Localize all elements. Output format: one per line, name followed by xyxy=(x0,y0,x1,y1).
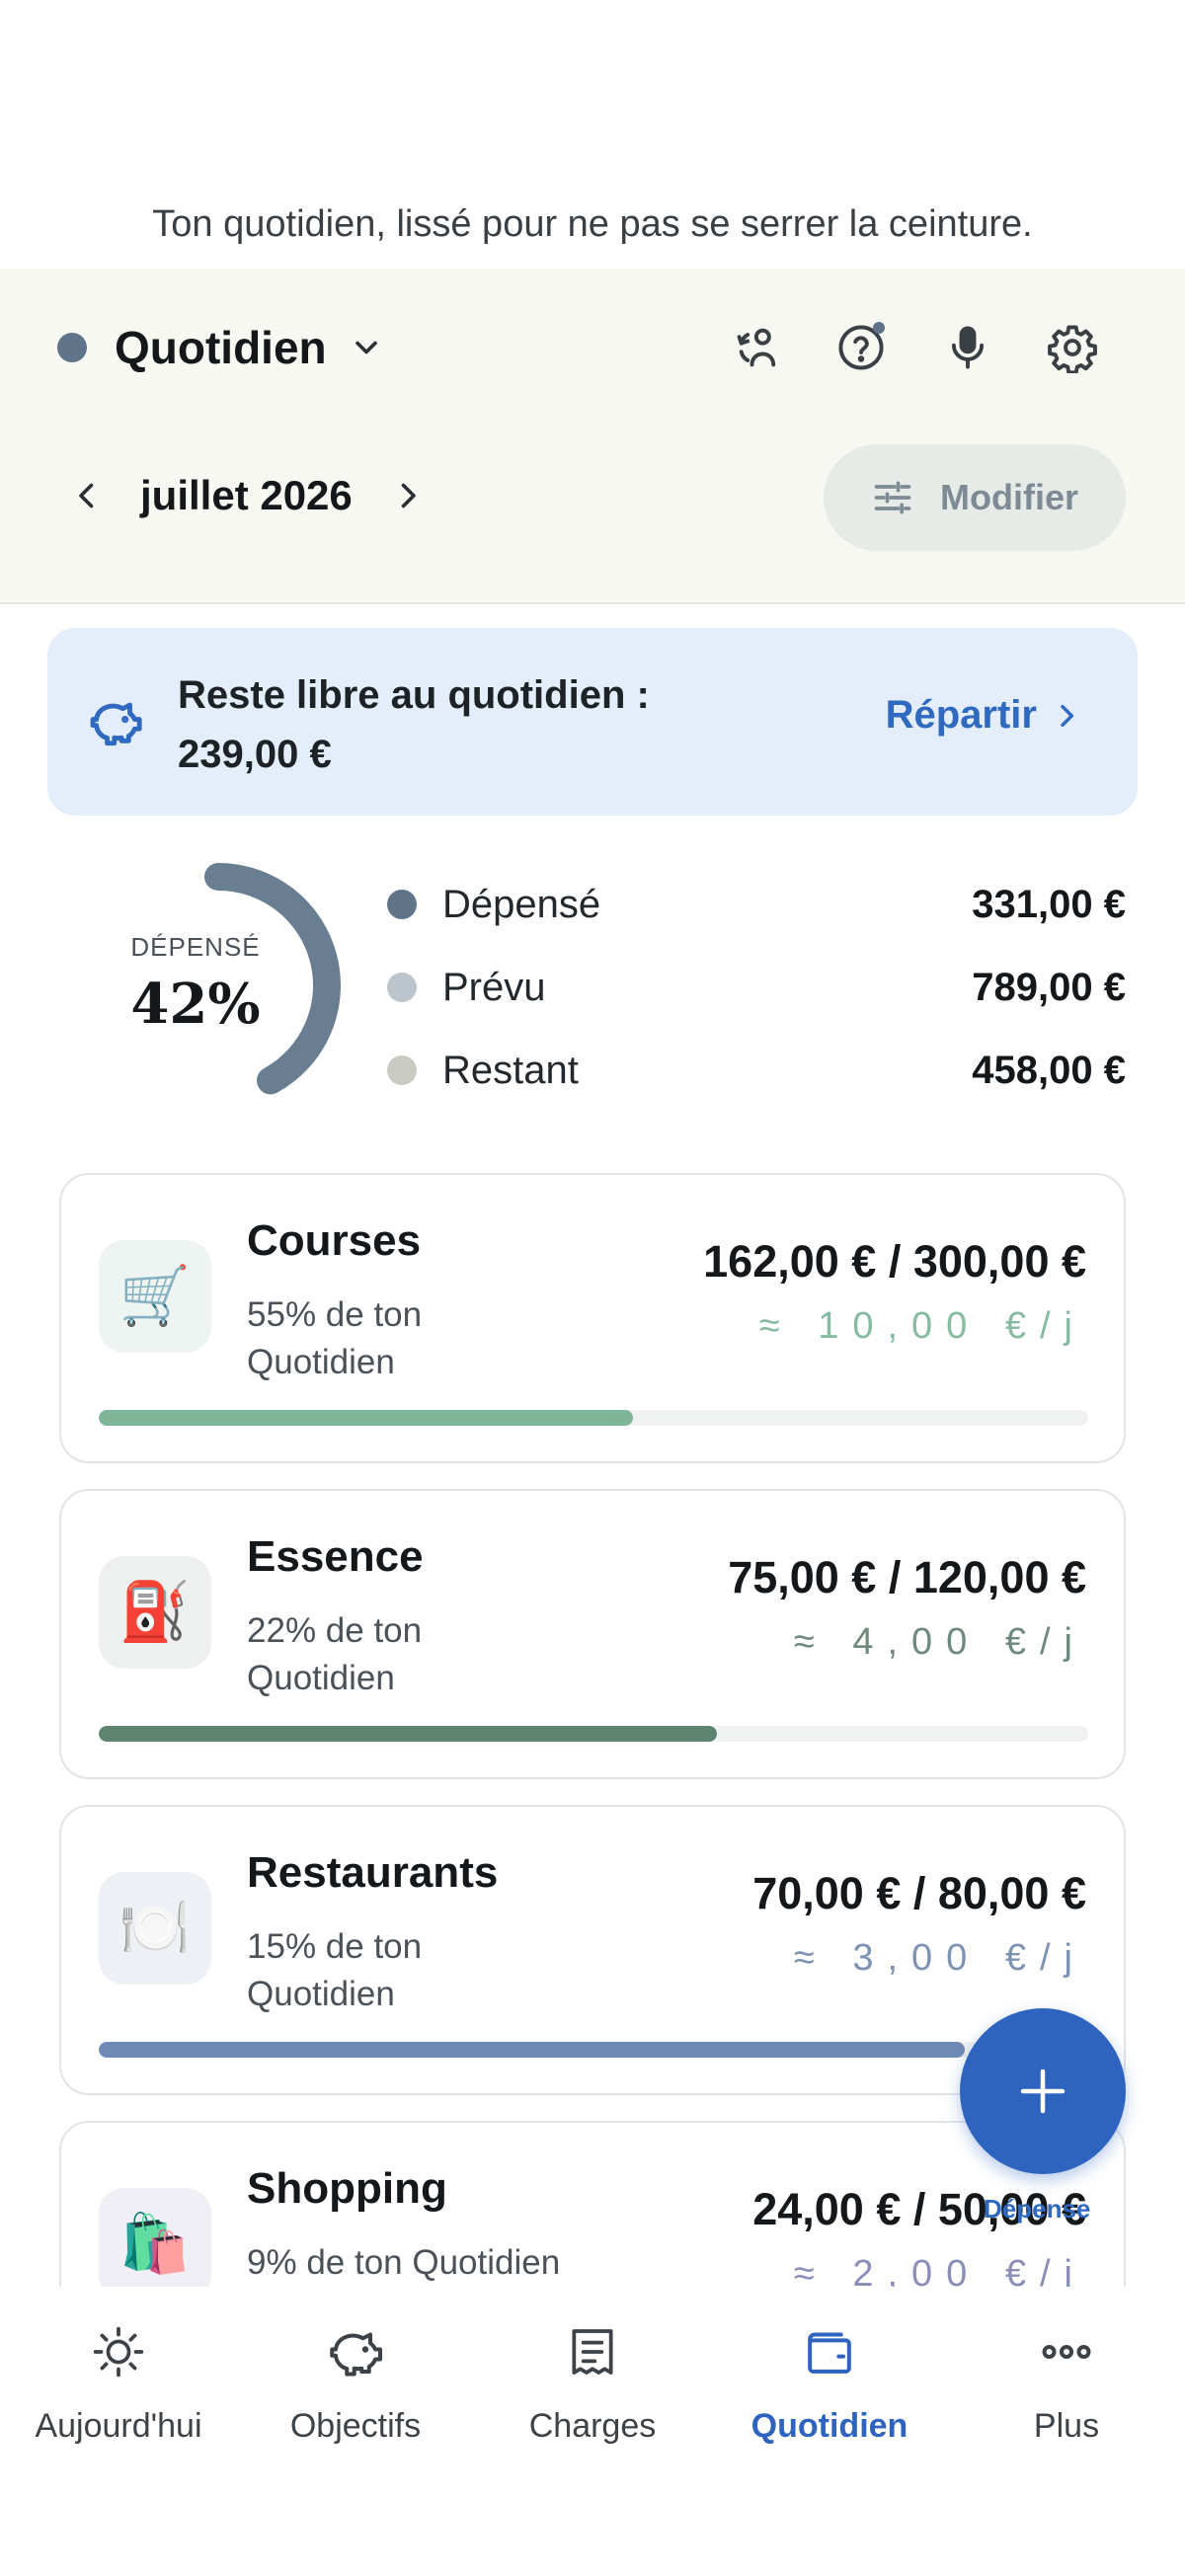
budget-name: Quotidien xyxy=(115,322,327,373)
legend-value: 331,00 € xyxy=(972,882,1126,926)
category-amount: 162,00 € / 300,00 € xyxy=(703,1236,1086,1287)
gauge-percent: 42% xyxy=(130,972,261,1037)
legend-value: 458,00 € xyxy=(972,1048,1126,1092)
chevron-right-icon xyxy=(1061,704,1074,727)
category-progress-bar xyxy=(99,1726,1088,1742)
legend-label: Dépensé xyxy=(442,882,601,926)
legend-label: Prévu xyxy=(442,965,546,1009)
free-daily-text: Reste libre au quotidien : 239,00 € xyxy=(178,665,650,784)
legend-dot xyxy=(387,890,417,919)
more-icon xyxy=(1037,2322,1096,2381)
category-share-pct: 22 xyxy=(247,1611,285,1650)
plus-icon xyxy=(1020,2069,1066,2114)
chevron-right-icon[interactable] xyxy=(382,470,434,521)
plate-cutlery-icon: 🍽️ xyxy=(99,1872,211,1985)
budget-selector[interactable]: Quotidien xyxy=(57,318,384,377)
nav-item-aujourdhui[interactable]: Aujourd'hui xyxy=(0,2322,237,2470)
nav-item-charges[interactable]: Charges xyxy=(474,2322,711,2470)
nav-item-plus[interactable]: Plus xyxy=(948,2322,1185,2470)
category-progress-bar xyxy=(99,1410,1088,1426)
shopping-cart-icon: 🛒 xyxy=(99,1240,211,1353)
category-daily: ≈ 3,00 €/j xyxy=(793,1937,1086,1979)
budget-color-dot xyxy=(57,333,87,362)
category-share-pct: 55 xyxy=(247,1295,285,1334)
nav-label: Objectifs xyxy=(289,2407,422,2445)
legend-value: 789,00 € xyxy=(972,965,1126,1009)
nav-label: Quotidien xyxy=(750,2407,908,2445)
bottom-navigation: Aujourd'hui Objectifs Charges Quotidien … xyxy=(0,2287,1185,2576)
legend-dot xyxy=(387,1055,417,1085)
modify-label: Modifier xyxy=(940,477,1078,517)
category-share: 55% de ton Quotidien xyxy=(247,1295,423,1381)
category-share: 22% de ton Quotidien xyxy=(247,1611,423,1697)
category-name: Shopping xyxy=(247,2164,447,2213)
category-name: Restaurants xyxy=(247,1848,499,1897)
receipt-icon xyxy=(563,2322,622,2381)
legend-label: Restant xyxy=(442,1048,579,1092)
piggy-bank-icon xyxy=(90,702,142,746)
category-card-shopping[interactable]: 🛍️ Shopping 9% de ton Quotidien 24,00 € … xyxy=(59,2121,1126,2287)
repartir-button[interactable]: Répartir xyxy=(886,693,1082,738)
fab-tooltip: Dépense xyxy=(984,2194,1091,2224)
shopping-bags-icon: 🛍️ xyxy=(99,2188,211,2287)
category-name: Courses xyxy=(247,1216,422,1265)
category-daily: ≈ 2,00 €/j xyxy=(793,2253,1086,2287)
legend-dot xyxy=(387,973,417,1002)
sync-person-icon[interactable] xyxy=(729,318,788,377)
category-daily: ≈ 10,00 €/j xyxy=(758,1305,1086,1347)
free-daily-amount: 239,00 € xyxy=(178,733,332,776)
repartir-label: Répartir xyxy=(885,693,1037,737)
fuel-pump-icon: ⛽ xyxy=(99,1556,211,1669)
legend-spent: Dépensé 331,00 € xyxy=(387,875,1126,934)
legend-remaining: Restant 458,00 € xyxy=(387,1041,1126,1100)
free-daily-label: Reste libre au quotidien : xyxy=(178,673,650,717)
category-card-essence[interactable]: ⛽ Essence 22% de ton Quotidien 75,00 € /… xyxy=(59,1489,1126,1779)
legend-planned: Prévu 789,00 € xyxy=(387,958,1126,1017)
nav-label: Charges xyxy=(528,2407,657,2445)
month-label: juillet 2026 xyxy=(140,472,353,518)
category-share-text: de ton Quotidien xyxy=(306,2243,561,2282)
sun-icon xyxy=(89,2322,148,2381)
nav-item-quotidien[interactable]: Quotidien xyxy=(711,2322,948,2470)
nav-item-objectifs[interactable]: Objectifs xyxy=(237,2322,474,2470)
category-card-courses[interactable]: 🛒 Courses 55% de ton Quotidien 162,00 € … xyxy=(59,1173,1126,1463)
category-share: 9% de ton Quotidien xyxy=(247,2243,561,2282)
header-panel: Quotidien juillet 2026 Modifier xyxy=(0,269,1185,604)
category-amount: 70,00 € / 80,00 € xyxy=(752,1868,1086,1918)
category-progress-fill xyxy=(99,1410,634,1426)
category-progress-fill xyxy=(99,2042,965,2058)
category-daily: ≈ 4,00 €/j xyxy=(793,1621,1086,1663)
category-progress-bar xyxy=(99,2042,1088,2058)
gauge-caption: DÉPENSÉ xyxy=(130,932,261,962)
nav-label: Plus xyxy=(1033,2407,1100,2445)
page-subtitle: Ton quotidien, lissé pour ne pas se serr… xyxy=(152,203,1033,245)
category-progress-fill xyxy=(99,1726,718,1742)
free-daily-banner: Reste libre au quotidien : 239,00 € Répa… xyxy=(47,628,1138,816)
help-icon[interactable] xyxy=(831,318,891,377)
category-share-pct: 15 xyxy=(247,1927,285,1966)
chevron-down-icon xyxy=(355,341,377,354)
category-name: Essence xyxy=(247,1532,424,1581)
category-amount: 75,00 € / 120,00 € xyxy=(728,1552,1086,1602)
piggy-bank-icon xyxy=(326,2322,385,2381)
notification-dot xyxy=(873,322,885,334)
gear-icon[interactable] xyxy=(1043,318,1102,377)
sliders-icon xyxy=(874,481,911,514)
microphone-icon[interactable] xyxy=(938,318,997,377)
wallet-icon xyxy=(800,2322,859,2381)
category-share: 15% de ton Quotidien xyxy=(247,1927,423,2013)
add-expense-button[interactable] xyxy=(960,2008,1126,2174)
category-share-pct: 9 xyxy=(247,2243,267,2282)
nav-label: Aujourd'hui xyxy=(35,2407,202,2445)
month-navigator: juillet 2026 xyxy=(61,466,434,525)
category-card-restaurants[interactable]: 🍽️ Restaurants 15% de ton Quotidien 70,0… xyxy=(59,1805,1126,2095)
modify-button[interactable]: Modifier xyxy=(824,444,1126,551)
chevron-left-icon[interactable] xyxy=(61,470,113,521)
